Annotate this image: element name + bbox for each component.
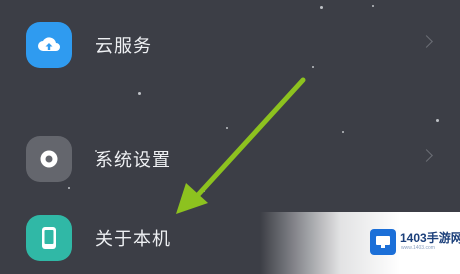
phone-icon: [26, 215, 72, 261]
settings-item-label: 系统设置: [95, 150, 171, 171]
background-star: [436, 119, 439, 122]
chevron-right-icon: [420, 35, 433, 48]
background-star: [138, 92, 141, 95]
background-star: [320, 6, 323, 9]
settings-item-cloud-service[interactable]: 云服务: [0, 15, 460, 75]
gear-icon: [26, 136, 72, 182]
watermark: 1403手游网 www.1403.com: [260, 212, 460, 274]
site-logo-icon: [370, 229, 396, 255]
chevron-right-icon: [420, 149, 433, 162]
watermark-site-url: www.1403.com: [401, 245, 435, 251]
cloud-upload-icon: [26, 22, 72, 68]
settings-item-system-settings[interactable]: 系统设置: [0, 129, 460, 189]
watermark-site-name: 1403手游网: [400, 231, 460, 245]
settings-item-label: 云服务: [95, 36, 152, 57]
settings-item-label: 关于本机: [95, 229, 171, 250]
background-star: [372, 5, 374, 7]
background-star: [203, 190, 205, 192]
